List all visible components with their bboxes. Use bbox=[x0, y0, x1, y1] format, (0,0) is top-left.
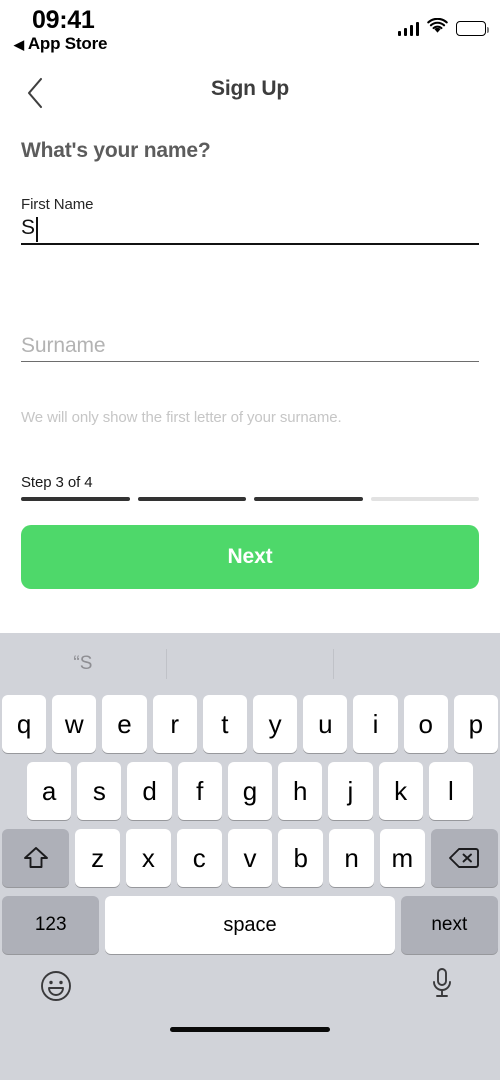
key-q[interactable]: q bbox=[1, 695, 47, 753]
back-app-label: App Store bbox=[27, 34, 108, 53]
back-triangle-icon: ◀ bbox=[14, 36, 24, 52]
key-f[interactable]: f bbox=[177, 762, 222, 820]
keyboard-row-3: z x c v b n m bbox=[0, 829, 500, 887]
progress-segment-2 bbox=[137, 497, 246, 501]
key-i[interactable]: i bbox=[353, 695, 398, 753]
key-h[interactable]: h bbox=[278, 762, 323, 820]
keyboard-row-1: q w e r t y u i o p bbox=[0, 695, 500, 753]
first-name-input[interactable]: S bbox=[21, 214, 479, 245]
key-c[interactable]: c bbox=[176, 829, 222, 887]
key-l[interactable]: l bbox=[428, 762, 473, 820]
first-name-field-group: First Name S bbox=[21, 196, 479, 245]
suggestion-slot-3[interactable] bbox=[334, 633, 500, 695]
suggestion-slot-2[interactable] bbox=[167, 633, 333, 695]
progress-bar bbox=[21, 497, 479, 501]
key-o[interactable]: o bbox=[403, 695, 448, 753]
emoji-smiley-icon bbox=[41, 971, 71, 1001]
progress-segment-3 bbox=[254, 497, 363, 501]
key-w[interactable]: w bbox=[52, 695, 97, 753]
keyboard-row-2: a s d f g h j k l bbox=[0, 762, 500, 820]
keyboard-bottom-bar bbox=[0, 954, 500, 1042]
shift-key[interactable] bbox=[2, 829, 70, 887]
key-z[interactable]: z bbox=[75, 829, 120, 887]
battery-full-icon bbox=[456, 21, 489, 36]
signup-screen: 09:41 ◀ App Store Sign Up What's your na… bbox=[0, 0, 500, 1080]
key-a[interactable]: a bbox=[27, 762, 72, 820]
key-n[interactable]: n bbox=[329, 829, 374, 887]
first-name-value-wrap: S bbox=[21, 215, 38, 242]
key-b[interactable]: b bbox=[278, 829, 324, 887]
next-button[interactable]: Next bbox=[21, 525, 479, 589]
key-y[interactable]: y bbox=[253, 695, 298, 753]
surname-helper-text: We will only show the first letter of yo… bbox=[21, 409, 342, 426]
surname-placeholder: Surname bbox=[21, 334, 106, 357]
signal-bars-icon bbox=[397, 21, 419, 36]
key-d[interactable]: d bbox=[127, 762, 172, 820]
home-indicator bbox=[170, 1027, 330, 1032]
navigation-bar: Sign Up bbox=[0, 62, 500, 120]
predictive-suggestion-bar: “S bbox=[0, 633, 500, 695]
status-bar-back-to-app[interactable]: ◀ App Store bbox=[14, 34, 107, 54]
key-k[interactable]: k bbox=[378, 762, 423, 820]
progress-segment-4 bbox=[370, 497, 479, 501]
text-cursor bbox=[36, 217, 38, 242]
backspace-delete-icon bbox=[449, 848, 480, 868]
surname-field-group: Surname bbox=[21, 331, 479, 362]
key-u[interactable]: u bbox=[303, 695, 348, 753]
signup-form: What's your name? First Name S Surname W… bbox=[0, 126, 500, 589]
status-bar-time: 09:41 bbox=[32, 6, 95, 34]
page-title: Sign Up bbox=[211, 77, 289, 100]
microphone-icon bbox=[433, 968, 451, 997]
progress-segment-1 bbox=[21, 497, 130, 501]
keyboard-row-4: 123 space next bbox=[0, 896, 500, 954]
key-e[interactable]: e bbox=[102, 695, 147, 753]
key-j[interactable]: j bbox=[328, 762, 373, 820]
backspace-key[interactable] bbox=[430, 829, 498, 887]
status-bar-indicators bbox=[397, 17, 489, 39]
on-screen-keyboard: “S q w e r t y u i o p a s d f g h j k l… bbox=[0, 633, 500, 1080]
key-v[interactable]: v bbox=[227, 829, 273, 887]
emoji-key[interactable] bbox=[36, 966, 76, 1006]
key-p[interactable]: p bbox=[453, 695, 499, 753]
first-name-value: S bbox=[21, 216, 36, 239]
form-heading: What's your name? bbox=[21, 139, 211, 162]
status-bar: 09:41 ◀ App Store bbox=[0, 0, 500, 62]
shift-arrow-icon bbox=[23, 847, 48, 868]
progress-section: Step 3 of 4 bbox=[21, 474, 479, 501]
suggestion-slot-1[interactable]: “S bbox=[0, 633, 166, 695]
key-r[interactable]: r bbox=[152, 695, 197, 753]
dictation-key[interactable] bbox=[422, 964, 462, 1004]
space-key[interactable]: space bbox=[105, 896, 395, 954]
return-next-key[interactable]: next bbox=[400, 896, 498, 954]
first-name-label: First Name bbox=[21, 196, 94, 213]
key-g[interactable]: g bbox=[227, 762, 273, 820]
progress-label: Step 3 of 4 bbox=[21, 474, 93, 491]
key-t[interactable]: t bbox=[202, 695, 247, 753]
surname-input[interactable]: Surname bbox=[21, 331, 479, 362]
key-m[interactable]: m bbox=[379, 829, 425, 887]
wifi-icon bbox=[427, 17, 448, 39]
key-s[interactable]: s bbox=[77, 762, 122, 820]
key-x[interactable]: x bbox=[126, 829, 171, 887]
numeric-key[interactable]: 123 bbox=[2, 896, 100, 954]
